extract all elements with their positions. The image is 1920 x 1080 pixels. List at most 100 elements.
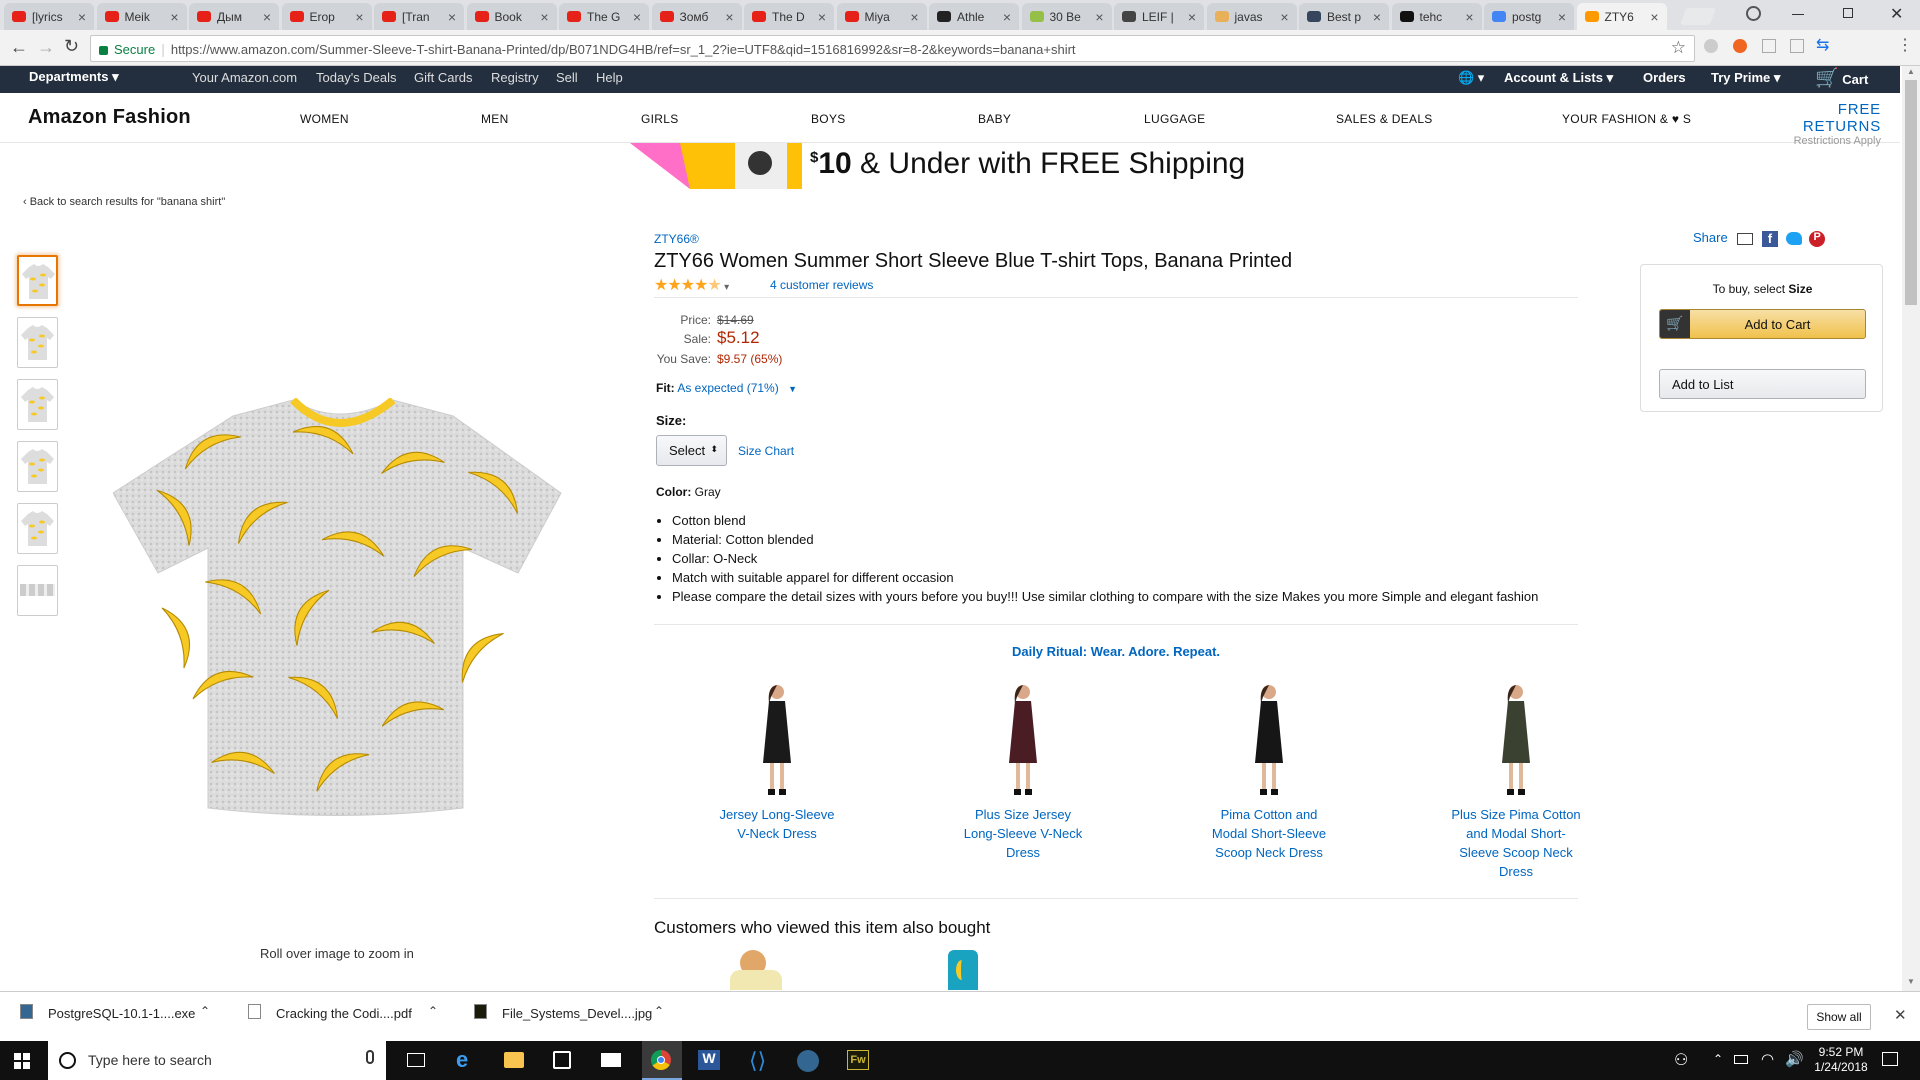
share-label[interactable]: Share [1693, 230, 1728, 245]
nav-link[interactable]: Today's Deals [316, 70, 397, 85]
nav-link[interactable]: Sell [556, 70, 578, 85]
close-tab-icon[interactable]: × [170, 9, 178, 25]
promo-banner[interactable]: $10 & Under with FREE Shipping [620, 143, 1245, 189]
free-returns-link[interactable]: FREE RETURNS Restrictions Apply [1768, 101, 1881, 147]
browser-tab[interactable]: The D × [744, 3, 834, 30]
pgadmin-icon[interactable] [797, 1050, 819, 1072]
close-tab-icon[interactable]: × [633, 9, 641, 25]
facebook-share-icon[interactable]: f [1761, 230, 1778, 247]
dress-image[interactable] [993, 683, 1053, 801]
product-thumbnail[interactable] [17, 317, 58, 368]
main-product-image[interactable] [112, 396, 563, 816]
browser-tab[interactable]: javas × [1206, 3, 1297, 30]
browser-tab[interactable]: [lyrics × [4, 3, 94, 30]
extension-icon[interactable] [1762, 39, 1776, 53]
close-tab-icon[interactable]: × [1465, 9, 1473, 25]
browser-tab[interactable]: LEIF | × [1114, 3, 1204, 30]
forward-icon[interactable]: → [37, 37, 55, 58]
browser-tab[interactable]: [Tran × [374, 3, 464, 30]
back-icon[interactable]: ← [10, 37, 28, 58]
download-item[interactable]: PostgreSQL-10.1-1....exe ⌃ [20, 1004, 230, 1032]
chevron-up-icon[interactable]: ⌃ [428, 1004, 438, 1018]
also-bought-item-image[interactable] [948, 950, 978, 990]
browser-tab[interactable]: postg × [1484, 3, 1574, 30]
fashion-category-link[interactable]: BOYS [811, 112, 846, 126]
also-bought-item-image[interactable] [730, 948, 782, 990]
product-thumbnail[interactable] [17, 379, 58, 430]
mail-icon[interactable] [601, 1053, 621, 1067]
scroll-up-arrow-icon[interactable]: ▲ [1907, 67, 1915, 76]
try-prime-menu[interactable]: Try Prime ▾ [1711, 70, 1780, 86]
vscode-icon[interactable]: ⟨⟩ [749, 1048, 766, 1074]
close-tab-icon[interactable]: × [1095, 9, 1103, 25]
taskbar-search-box[interactable]: Type here to search [48, 1041, 386, 1080]
browser-tab[interactable]: 30 Be × [1021, 3, 1112, 30]
volume-icon[interactable]: 🔊 [1785, 1050, 1804, 1068]
browser-tab[interactable]: Дым × [189, 3, 279, 30]
size-chart-link[interactable]: Size Chart [738, 444, 794, 458]
close-tab-icon[interactable]: × [1558, 9, 1566, 25]
fit-value-link[interactable]: As expected (71%) [677, 381, 778, 395]
clock[interactable]: 9:52 PM 1/24/2018 [1808, 1045, 1874, 1075]
pinterest-share-icon[interactable]: P [1809, 230, 1826, 247]
bookmark-star-icon[interactable]: ☆ [1671, 38, 1686, 58]
fashion-category-link[interactable]: MEN [481, 112, 509, 126]
scroll-down-arrow-icon[interactable]: ▼ [1907, 977, 1915, 986]
close-tab-icon[interactable]: × [1280, 9, 1288, 25]
dress-image[interactable] [747, 683, 807, 801]
close-tab-icon[interactable]: × [355, 9, 363, 25]
restore-button[interactable] [1843, 8, 1853, 18]
browser-tab[interactable]: Зомб × [651, 3, 742, 30]
dress-link[interactable]: Plus Size Pima Cotton and Modal Short-Sl… [1451, 805, 1581, 881]
chevron-down-icon[interactable]: ▼ [788, 384, 797, 394]
chevron-up-icon[interactable]: ⌃ [200, 1004, 210, 1018]
chrome-menu-icon[interactable]: ⋮ [1897, 35, 1913, 55]
browser-tab[interactable]: Meik × [96, 3, 187, 30]
nav-link[interactable]: Registry [491, 70, 539, 85]
chevron-up-icon[interactable]: ⌃ [654, 1004, 664, 1018]
nav-link[interactable]: Your Amazon.com [192, 70, 297, 85]
action-center-icon[interactable] [1882, 1052, 1898, 1066]
product-thumbnail[interactable] [17, 441, 58, 492]
nav-link[interactable]: Help [596, 70, 623, 85]
close-tab-icon[interactable]: × [448, 9, 456, 25]
nav-link[interactable]: Gift Cards [414, 70, 473, 85]
fashion-category-link[interactable]: WOMEN [300, 112, 349, 126]
show-hidden-icons-chevron[interactable]: ⌃ [1713, 1052, 1723, 1066]
dress-link[interactable]: Pima Cotton and Modal Short-Sleeve Scoop… [1204, 805, 1334, 862]
fireworks-icon[interactable]: Fw [847, 1050, 869, 1070]
close-tab-icon[interactable]: × [263, 9, 271, 25]
extension-icon[interactable]: ⇆ [1816, 35, 1829, 55]
product-thumbnail[interactable] [17, 255, 58, 306]
close-tab-icon[interactable]: × [540, 9, 548, 25]
size-select[interactable]: Select ⬍ [656, 435, 727, 466]
close-tab-icon[interactable]: × [725, 9, 733, 25]
close-tab-icon[interactable]: × [1650, 9, 1658, 25]
download-item[interactable]: Cracking the Codi....pdf ⌃ [248, 1004, 458, 1032]
add-to-list-button[interactable]: Add to List [1659, 369, 1866, 399]
fashion-category-link[interactable]: SALES & DEALS [1336, 112, 1433, 126]
page-scrollbar[interactable]: ▲ ▼ [1902, 66, 1920, 991]
customer-reviews-link[interactable]: 4 customer reviews [770, 278, 873, 292]
close-tab-icon[interactable]: × [910, 9, 918, 25]
account-lists-menu[interactable]: Account & Lists ▾ [1504, 70, 1613, 86]
browser-tab[interactable]: ZTY6 × [1576, 3, 1667, 30]
fashion-category-link[interactable]: BABY [978, 112, 1011, 126]
extension-icon[interactable] [1733, 39, 1747, 53]
departments-menu[interactable]: Departments ▾ [29, 69, 119, 85]
battery-icon[interactable] [1734, 1055, 1748, 1064]
store-icon[interactable] [553, 1051, 571, 1069]
dress-image[interactable] [1486, 683, 1546, 801]
scrollbar-thumb[interactable] [1905, 80, 1917, 305]
email-share-icon[interactable] [1737, 232, 1754, 245]
people-icon[interactable]: ⚇ [1674, 1050, 1688, 1070]
browser-tab[interactable]: Best p × [1299, 3, 1389, 30]
task-view-icon[interactable] [407, 1053, 425, 1067]
close-downloads-icon[interactable]: ✕ [1894, 1006, 1907, 1024]
microphone-icon[interactable] [366, 1050, 374, 1064]
close-tab-icon[interactable]: × [1188, 9, 1196, 25]
browser-tab[interactable]: Book × [466, 3, 557, 30]
extension-icon[interactable] [1790, 39, 1804, 53]
browser-tab[interactable]: Athle × [929, 3, 1019, 30]
orders-link[interactable]: Orders [1643, 70, 1686, 85]
